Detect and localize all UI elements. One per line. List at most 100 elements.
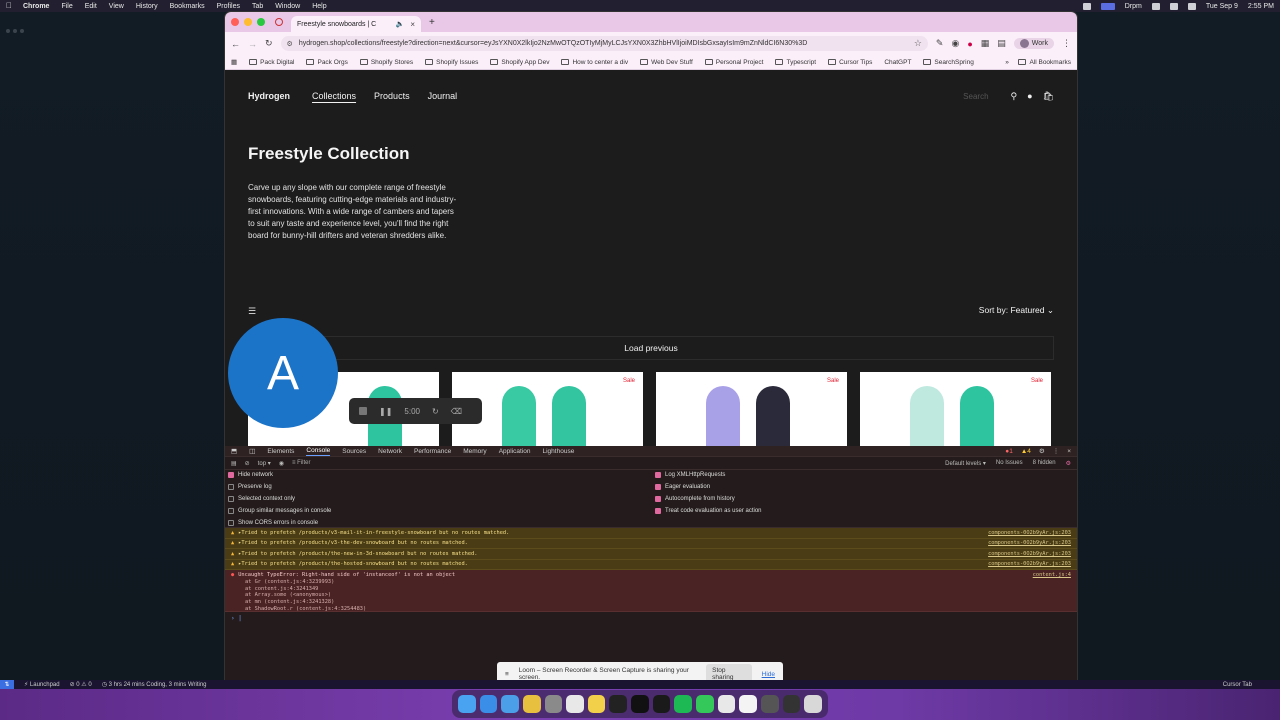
cart-icon[interactable]: 🛍 bbox=[1043, 91, 1054, 102]
battery-icon[interactable] bbox=[1151, 2, 1160, 10]
source-link[interactable]: components-0O2b9yAr.js:203 bbox=[988, 540, 1071, 546]
bookmark-folder[interactable]: Pack Digital bbox=[249, 59, 294, 66]
tab-elements[interactable]: Elements bbox=[267, 448, 294, 455]
stack-frame[interactable]: at Gr (content.js:4:3239993) bbox=[231, 579, 1071, 586]
bookmark-folder[interactable]: Pack Orgs bbox=[306, 59, 348, 66]
option-autocomplete[interactable]: Autocomplete from history bbox=[655, 496, 735, 502]
minimize-window-button[interactable] bbox=[244, 18, 252, 26]
apple-tv-icon[interactable] bbox=[652, 695, 671, 713]
close-tab-icon[interactable]: × bbox=[410, 20, 415, 29]
checkbox[interactable] bbox=[228, 508, 234, 514]
checkbox-checked[interactable] bbox=[655, 508, 661, 514]
menu-help[interactable]: Help bbox=[312, 3, 326, 10]
wakatime-item[interactable]: ◷ 3 hrs 24 mins Coding, 3 mins Writing bbox=[102, 681, 207, 688]
hide-banner-link[interactable]: Hide bbox=[762, 671, 775, 678]
mic-icon[interactable] bbox=[1082, 2, 1091, 10]
drpm-label[interactable]: Drpm bbox=[1125, 3, 1142, 10]
trash-icon[interactable] bbox=[804, 695, 822, 713]
sidebar-toggle-icon[interactable]: ▤ bbox=[231, 460, 237, 467]
clear-console-icon[interactable]: ⊘ bbox=[245, 460, 250, 467]
stack-frame[interactable]: at mn (content.js:4:3241328) bbox=[231, 599, 1071, 606]
bookmark-folder[interactable]: Typescript bbox=[775, 59, 816, 66]
source-link[interactable]: components-0O2b9yAr.js:203 bbox=[988, 530, 1071, 536]
brand-logo[interactable]: Hydrogen bbox=[248, 91, 290, 101]
site-info-icon[interactable]: ⚙ bbox=[287, 40, 293, 48]
load-previous-button[interactable]: Load previous bbox=[248, 336, 1054, 360]
menu-tab[interactable]: Tab bbox=[252, 3, 263, 10]
all-bookmarks-button[interactable]: » All Bookmarks bbox=[1005, 59, 1071, 66]
menu-edit[interactable]: Edit bbox=[85, 3, 97, 10]
bookmark-folder[interactable]: Personal Project bbox=[704, 59, 763, 66]
date-label[interactable]: Tue Sep 9 bbox=[1206, 3, 1238, 10]
console-error[interactable]: ● Uncaught TypeError: Right-hand side of … bbox=[225, 570, 1077, 612]
messages-icon[interactable] bbox=[696, 695, 714, 713]
console-filter-input[interactable]: ≡ Filter bbox=[292, 460, 352, 466]
extension-icon[interactable]: ◉ bbox=[951, 38, 959, 49]
bookmark-folder[interactable]: SearchSpring bbox=[923, 59, 974, 66]
menu-kebab-icon[interactable]: ⋮ bbox=[1062, 38, 1071, 49]
source-link[interactable]: components-0O2b9yAr.js:203 bbox=[988, 561, 1071, 567]
side-panel-icon[interactable]: ▤ bbox=[997, 38, 1006, 49]
nav-collections[interactable]: Collections bbox=[312, 91, 356, 101]
bookmark-link[interactable]: ChatGPT bbox=[884, 59, 911, 66]
option-treat-code-eval[interactable]: Treat code evaluation as user action bbox=[655, 508, 762, 514]
account-icon[interactable]: ● bbox=[1027, 91, 1032, 101]
safari-icon[interactable] bbox=[479, 695, 498, 713]
mail-icon[interactable] bbox=[501, 695, 519, 713]
extension-loom-icon[interactable]: ● bbox=[967, 39, 972, 49]
bookmark-folder[interactable]: How to center a div bbox=[561, 59, 628, 66]
remote-icon[interactable]: ⇅ bbox=[0, 680, 14, 689]
tab-lighthouse[interactable]: Lighthouse bbox=[543, 448, 575, 455]
console-settings-gear-icon[interactable]: ⚙ bbox=[1066, 460, 1071, 467]
bookmark-star-icon[interactable]: ☆ bbox=[914, 38, 922, 49]
back-icon[interactable]: ← bbox=[231, 39, 240, 49]
bookmark-folder[interactable]: Web Dev Stuff bbox=[640, 59, 693, 66]
nav-products[interactable]: Products bbox=[374, 91, 410, 101]
calendar-icon[interactable] bbox=[739, 695, 757, 713]
fullscreen-window-button[interactable] bbox=[257, 18, 265, 26]
new-tab-button[interactable]: + bbox=[429, 17, 435, 28]
tab-memory[interactable]: Memory bbox=[463, 448, 486, 455]
spotify-icon[interactable] bbox=[674, 695, 693, 713]
cursor-app-icon[interactable] bbox=[609, 695, 628, 713]
control-center-icon[interactable] bbox=[1187, 2, 1196, 10]
launchpad-item[interactable]: ⚡ Launchpad bbox=[24, 681, 60, 688]
console-input[interactable]: › | bbox=[225, 612, 1077, 625]
tab-network[interactable]: Network bbox=[378, 448, 402, 455]
menu-history[interactable]: History bbox=[136, 3, 158, 10]
search-icon[interactable]: ⚲ bbox=[1011, 91, 1018, 102]
source-link[interactable]: components-0O2b9yAr.js:203 bbox=[988, 551, 1071, 557]
preview-icon[interactable] bbox=[566, 695, 584, 713]
speaker-icon[interactable]: 🔈 bbox=[396, 20, 405, 28]
chrome-icon[interactable] bbox=[522, 695, 541, 713]
issues-label[interactable]: No Issues bbox=[996, 460, 1023, 467]
settings-icon[interactable] bbox=[544, 695, 563, 713]
checkbox-checked[interactable] bbox=[655, 484, 661, 490]
window-thumbnail-icon[interactable] bbox=[782, 695, 801, 713]
filter-icon[interactable]: ☰ bbox=[248, 306, 256, 317]
menu-bookmarks[interactable]: Bookmarks bbox=[170, 3, 205, 10]
bookmark-folder[interactable]: Shopify App Dev bbox=[490, 59, 549, 66]
address-bar[interactable]: ⚙ hydrogen.shop/collections/freestyle?di… bbox=[280, 36, 928, 51]
option-log-xhr[interactable]: Log XMLHttpRequests bbox=[655, 472, 725, 478]
source-link[interactable]: content.js:4 bbox=[1033, 572, 1071, 578]
close-window-button[interactable] bbox=[231, 18, 239, 26]
bookmark-folder[interactable]: Shopify Issues bbox=[425, 59, 478, 66]
slack-icon[interactable] bbox=[717, 695, 736, 713]
warning-count-badge[interactable]: ▲4 bbox=[1021, 448, 1031, 455]
nav-journal[interactable]: Journal bbox=[428, 91, 458, 101]
context-selector[interactable]: top ▾ bbox=[258, 460, 271, 467]
checkbox[interactable] bbox=[228, 496, 234, 502]
notes-icon[interactable] bbox=[587, 695, 606, 713]
option-show-cors[interactable]: Show CORS errors in console bbox=[228, 520, 318, 526]
console-warning[interactable]: ▲ ▸ Tried to prefetch /products/v3-the-dev… bbox=[225, 538, 1077, 549]
finder-icon[interactable] bbox=[458, 695, 476, 713]
option-eager-eval[interactable]: Eager evaluation bbox=[655, 484, 710, 490]
reload-icon[interactable]: ↻ bbox=[265, 38, 273, 49]
close-devtools-icon[interactable]: × bbox=[1067, 448, 1071, 455]
checkbox-checked[interactable] bbox=[655, 472, 661, 478]
sort-dropdown[interactable]: Sort by: Featured ⌄ bbox=[979, 305, 1054, 316]
checkbox-checked[interactable] bbox=[228, 472, 234, 478]
bookmark-folder[interactable]: Cursor Tips bbox=[828, 59, 872, 66]
inspect-icon[interactable]: ⬒ bbox=[231, 447, 237, 455]
